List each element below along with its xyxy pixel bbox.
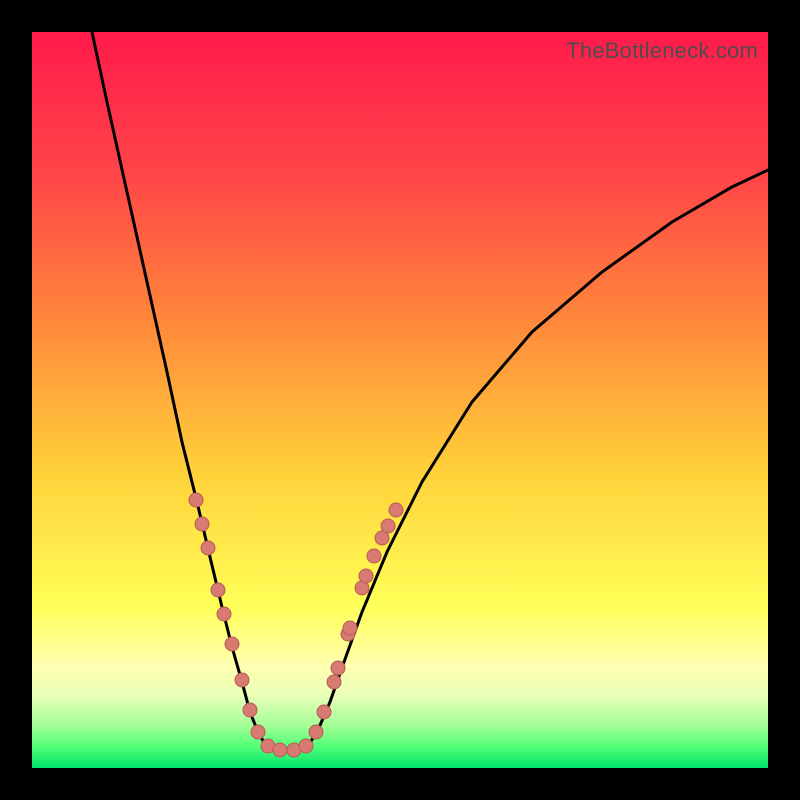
data-marker xyxy=(317,705,331,719)
data-marker xyxy=(235,673,249,687)
data-marker xyxy=(359,569,373,583)
data-marker xyxy=(201,541,215,555)
chart-svg xyxy=(32,32,768,768)
bottleneck-curve xyxy=(92,32,768,750)
data-marker xyxy=(195,517,209,531)
data-marker xyxy=(243,703,257,717)
data-marker xyxy=(331,661,345,675)
watermark-text: TheBottleneck.com xyxy=(566,38,758,64)
data-marker xyxy=(381,519,395,533)
data-marker xyxy=(389,503,403,517)
data-marker xyxy=(367,549,381,563)
plot-frame: TheBottleneck.com xyxy=(32,32,768,768)
data-marker xyxy=(211,583,225,597)
data-marker xyxy=(309,725,323,739)
data-marker xyxy=(327,675,341,689)
data-marker xyxy=(299,739,313,753)
data-marker xyxy=(189,493,203,507)
data-marker xyxy=(273,743,287,757)
data-marker xyxy=(225,637,239,651)
data-marker xyxy=(217,607,231,621)
data-marker xyxy=(343,621,357,635)
data-marker xyxy=(251,725,265,739)
